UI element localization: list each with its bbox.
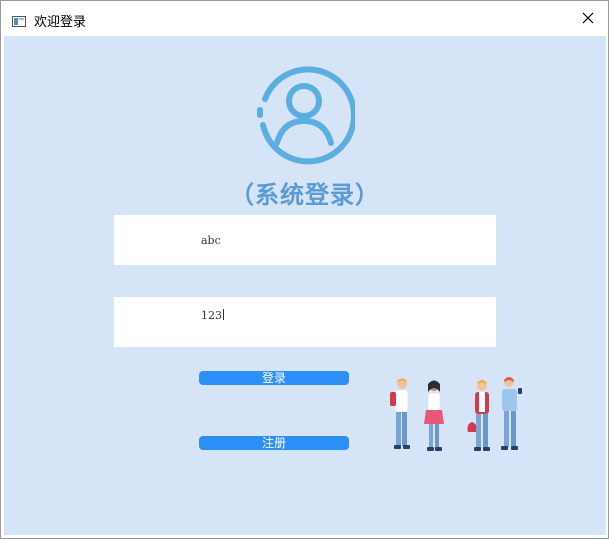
app-window-icon [12,12,26,27]
login-panel: （系统登录） abc 123 登录 注册 [4,36,606,535]
close-button[interactable] [568,1,608,36]
login-window: 欢迎登录 （系统登录） abc 123 登录 注册 [0,0,609,539]
people-group-illustration [382,376,534,476]
window-title: 欢迎登录 [34,15,87,30]
title-bar: 欢迎登录 [1,1,608,36]
close-icon[interactable] [582,9,594,28]
text-caret [223,309,224,320]
password-input[interactable]: 123 [114,297,496,347]
login-button[interactable]: 登录 [199,371,349,385]
register-button[interactable]: 注册 [199,436,349,450]
password-value: 123 [201,309,222,322]
username-input[interactable]: abc [114,215,496,265]
username-value: abc [201,234,221,247]
user-avatar-icon [253,63,357,165]
system-login-heading: （系统登录） [230,181,380,209]
password-value-wrapper: 123 [201,309,224,322]
